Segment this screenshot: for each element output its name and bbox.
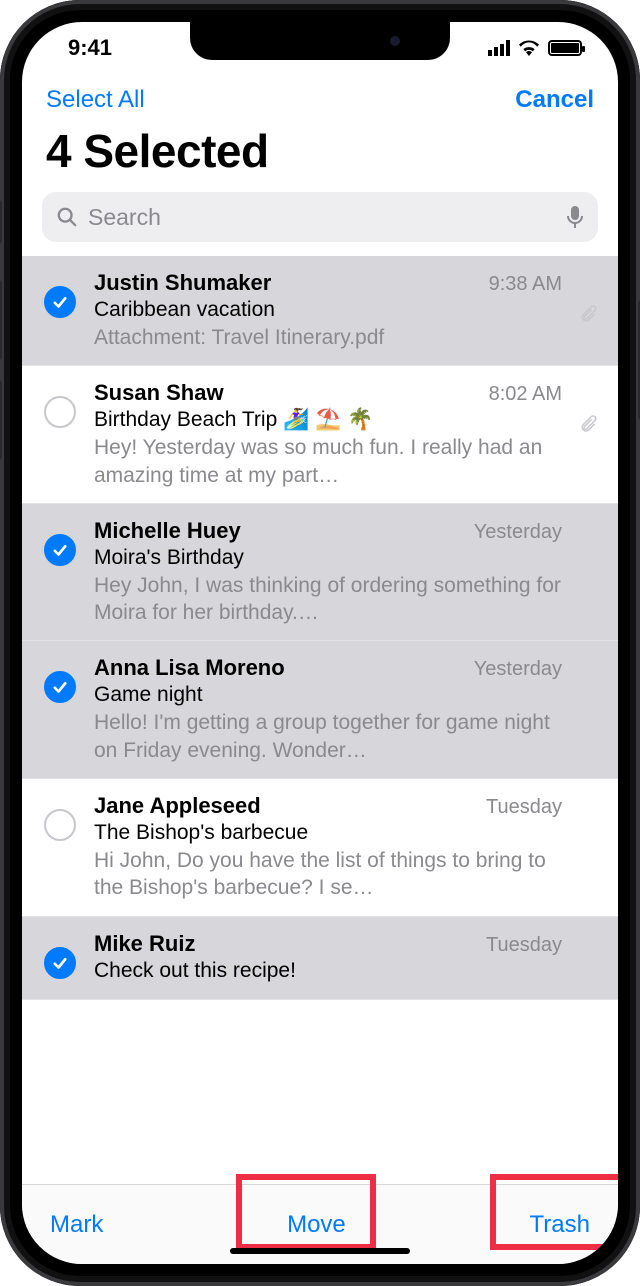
attachment-icon — [580, 414, 600, 441]
wifi-icon — [518, 40, 540, 56]
email-list[interactable]: Justin Shumaker 9:38 AMCaribbean vacation… — [22, 256, 618, 1184]
email-time: 9:38 AM — [489, 273, 562, 296]
email-subject: Birthday Beach Trip 🏄‍♀️ ⛱️ 🌴 — [94, 408, 562, 432]
trash-button[interactable]: Trash — [530, 1211, 590, 1239]
selection-checkbox[interactable] — [44, 809, 76, 841]
email-row[interactable]: Jane Appleseed TuesdayThe Bishop's barbec… — [22, 779, 618, 917]
email-subject: Game night — [94, 683, 562, 707]
search-input[interactable] — [88, 204, 556, 231]
selection-checkbox[interactable] — [44, 396, 76, 428]
attachment-icon — [580, 304, 600, 331]
cancel-button[interactable]: Cancel — [515, 86, 594, 114]
status-time: 9:41 — [68, 35, 112, 61]
email-sender: Michelle Huey — [94, 518, 241, 544]
email-row[interactable]: Justin Shumaker 9:38 AMCaribbean vacation… — [22, 256, 618, 366]
email-sender: Susan Shaw — [94, 380, 224, 406]
email-time: 8:02 AM — [489, 383, 562, 406]
email-time: Yesterday — [474, 658, 562, 681]
selection-checkbox[interactable] — [44, 286, 76, 318]
nav-bar: Select All Cancel — [22, 74, 618, 120]
email-row[interactable]: Mike Ruiz TuesdayCheck out this recipe! — [22, 917, 618, 1000]
dictation-icon[interactable] — [566, 205, 584, 229]
email-time: Tuesday — [486, 934, 562, 957]
email-sender: Anna Lisa Moreno — [94, 655, 285, 681]
email-subject: Check out this recipe! — [94, 959, 562, 983]
email-sender: Jane Appleseed — [94, 793, 261, 819]
selection-checkbox[interactable] — [44, 947, 76, 979]
email-preview: Hey John, I was thinking of ordering som… — [94, 572, 562, 627]
email-sender: Mike Ruiz — [94, 931, 195, 957]
move-button[interactable]: Move — [287, 1211, 346, 1239]
email-subject: Moira's Birthday — [94, 546, 562, 570]
email-subject: The Bishop's barbecue — [94, 821, 562, 845]
mark-button[interactable]: Mark — [50, 1211, 103, 1239]
email-row[interactable]: Anna Lisa Moreno YesterdayGame nightHello… — [22, 641, 618, 779]
selection-checkbox[interactable] — [44, 534, 76, 566]
email-row[interactable]: Michelle Huey YesterdayMoira's BirthdayHe… — [22, 504, 618, 642]
selection-checkbox[interactable] — [44, 671, 76, 703]
select-all-button[interactable]: Select All — [46, 86, 145, 114]
email-time: Tuesday — [486, 796, 562, 819]
email-preview: Hello! I'm getting a group together for … — [94, 709, 562, 764]
email-row[interactable]: Susan Shaw 8:02 AMBirthday Beach Trip 🏄‍♀… — [22, 366, 618, 504]
home-indicator[interactable] — [230, 1248, 410, 1254]
page-title: 4 Selected — [22, 120, 618, 192]
search-field[interactable] — [42, 192, 598, 242]
email-preview: Hi John, Do you have the list of things … — [94, 847, 562, 902]
email-preview: Attachment: Travel Itinerary.pdf — [94, 324, 562, 351]
email-time: Yesterday — [474, 521, 562, 544]
email-sender: Justin Shumaker — [94, 270, 271, 296]
cellular-icon — [488, 40, 510, 56]
battery-icon — [548, 40, 582, 56]
search-icon — [56, 206, 78, 228]
email-preview: Hey! Yesterday was so much fun. I really… — [94, 434, 562, 489]
email-subject: Caribbean vacation — [94, 298, 562, 322]
device-notch — [190, 22, 450, 60]
